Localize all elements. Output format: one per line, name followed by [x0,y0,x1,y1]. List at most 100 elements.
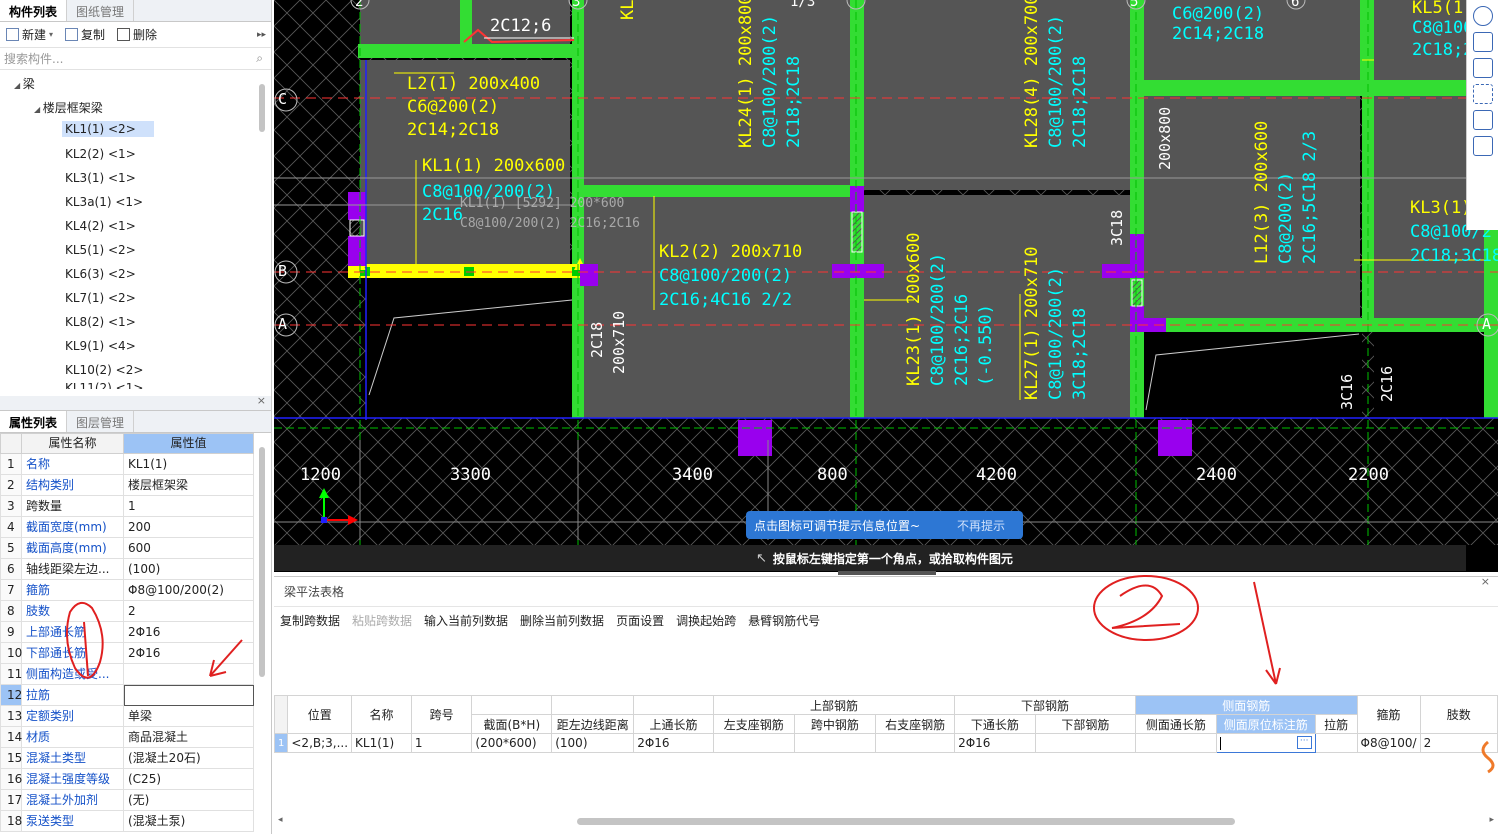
dismiss-hint-button[interactable]: 不再提示 [957,517,1005,534]
property-row[interactable]: 11 侧面构造或受... [0,664,271,685]
property-row[interactable]: 6 轴线距梁左边... (100) [0,559,271,580]
copy-button[interactable]: 复制 [65,26,105,43]
canvas-splitter[interactable] [838,571,936,575]
header-bottom-through[interactable]: 下通长筋 [954,714,1036,734]
delete-button[interactable]: 删除 [117,26,157,43]
property-row[interactable]: 18 泵送类型 (混凝土泵) [0,811,271,832]
property-value[interactable]: 商品混凝土 [124,727,254,748]
header-top-through[interactable]: 上通长筋 [633,714,714,734]
tree-root[interactable]: ◢ 梁 [14,75,35,92]
close-icon[interactable]: × [1481,575,1490,588]
panel-splitter[interactable]: × [0,394,272,410]
cell-side-through[interactable] [1135,733,1217,753]
scroll-right-icon[interactable]: ▸ [1489,815,1494,825]
ellipsis-button[interactable]: ··· [1296,736,1312,749]
property-row[interactable]: 10 下部通长筋 2Φ16 [0,643,271,664]
table-menu-item[interactable]: 粘贴跨数据 [352,612,412,629]
property-value[interactable] [124,685,254,706]
property-row[interactable]: 5 截面高度(mm) 600 [0,538,271,559]
cube-view-icon[interactable] [1472,58,1493,78]
cell-side-original-editing[interactable]: ··· [1215,733,1316,753]
header-bottom-rebar-col[interactable]: 下部钢筋 [1034,714,1137,734]
property-value[interactable]: 200 [124,517,254,538]
table-row[interactable]: 1 <2,B;3,... KL1(1) 1 (200*600) (100) 2Φ… [273,733,1498,753]
notes-icon[interactable] [1472,136,1493,156]
table-menu-item[interactable]: 页面设置 [616,612,664,629]
tab-property-list[interactable]: 属性列表 [0,411,68,432]
tree-item[interactable]: KL3(1) <1> [65,171,136,185]
property-value[interactable]: Φ8@100/200(2) [124,580,254,601]
property-value[interactable]: (混凝土20石) [124,748,254,769]
cell-legs[interactable]: 2 [1419,733,1498,753]
collapse-icon[interactable]: ◢ [34,105,43,114]
tree-item[interactable]: KL7(1) <2> [65,291,136,305]
collapse-icon[interactable]: ◢ [14,81,23,90]
tree-item[interactable]: KL3a(1) <1> [65,195,143,209]
scroll-left-icon[interactable]: ◂ [278,815,283,825]
property-value[interactable]: (C25) [124,769,254,790]
cell-section[interactable]: (200*600) [471,733,553,753]
property-row[interactable]: 4 截面宽度(mm) 200 [0,517,271,538]
tab-layer-management[interactable]: 图层管理 [67,411,135,432]
cell-span[interactable]: 1 [410,733,473,753]
tree-item[interactable]: KL8(2) <1> [65,315,136,329]
property-value[interactable]: 2 [124,601,254,622]
3d-view-icon[interactable] [1472,32,1493,52]
property-row[interactable]: 7 箍筋 Φ8@100/200(2) [0,580,271,601]
search-input[interactable]: 搜索构件... [4,50,63,67]
property-value[interactable]: 600 [124,538,254,559]
table-menu-item[interactable]: 悬臂钢筋代号 [748,612,820,629]
row-index[interactable]: 1 [273,733,289,753]
tree-item[interactable]: KL11(2) <1> [65,381,143,389]
tree-item-kl1[interactable]: KL1(1) <2> [62,121,154,137]
property-row[interactable]: 2 结构类别 楼层框架梁 [0,475,271,496]
cell-name[interactable]: KL1(1) [351,733,412,753]
tree-item[interactable]: KL2(2) <1> [65,147,136,161]
header-section[interactable]: 截面(B*H) [471,714,553,734]
property-row[interactable]: 15 混凝土类型 (混凝土20石) [0,748,271,769]
orbit-icon[interactable] [1472,6,1493,26]
tree-item[interactable]: KL9(1) <4> [65,339,136,353]
cell-top-through[interactable]: 2Φ16 [633,733,714,753]
property-value[interactable] [124,664,254,685]
property-row[interactable]: 1 名称 KL1(1) [0,454,271,475]
property-value[interactable]: KL1(1) [124,454,254,475]
property-value[interactable]: 单梁 [124,706,254,727]
property-row[interactable]: 3 跨数量 1 [0,496,271,517]
tree-group[interactable]: ◢ 楼层框架梁 [34,99,103,116]
cell-left-support[interactable] [712,733,795,753]
table-menu-item[interactable]: 调换起始跨 [676,612,736,629]
new-button[interactable]: 新建 ▾ [6,26,53,43]
property-row[interactable]: 13 定额类别 单梁 [0,706,271,727]
property-row[interactable]: 12 拉筋 [0,685,271,706]
header-right-support[interactable]: 右支座钢筋 [875,714,956,734]
chevron-down-icon[interactable]: ▾ [49,30,53,39]
property-value[interactable]: 2Φ16 [124,643,254,664]
property-row[interactable]: 17 混凝土外加剂 (无) [0,790,271,811]
header-span[interactable]: 跨号 [410,695,473,734]
cell-tie[interactable] [1314,733,1358,753]
tree-item[interactable]: KL5(1) <2> [65,243,136,257]
cell-stirrup[interactable]: Φ8@100/ [1356,733,1421,753]
header-mid-span[interactable]: 跨中钢筋 [793,714,877,734]
property-row[interactable]: 8 肢数 2 [0,601,271,622]
property-row[interactable]: 9 上部通长筋 2Φ16 [0,622,271,643]
header-left-support[interactable]: 左支座钢筋 [712,714,795,734]
tree-item[interactable]: KL6(3) <2> [65,267,136,281]
close-icon[interactable]: × [257,394,266,407]
property-row[interactable]: 16 混凝土强度等级 (C25) [0,769,271,790]
table-menu-item[interactable]: 删除当前列数据 [520,612,604,629]
property-value[interactable]: (混凝土泵) [124,811,254,832]
cell-mid-span[interactable] [793,733,877,753]
property-scrollbar[interactable] [259,447,265,677]
header-name[interactable]: 名称 [351,695,412,734]
hint-tooltip[interactable]: 点击图标可调节提示信息位置~ 不再提示 [746,511,1023,539]
property-value[interactable]: (100) [124,559,254,580]
tab-component-list[interactable]: 构件列表 [0,0,68,21]
header-stirrup[interactable]: 箍筋 [1356,695,1421,734]
cell-position[interactable]: <2,B;3,... [287,733,353,753]
cell-bottom-through[interactable]: 2Φ16 [954,733,1036,753]
table-menu-item[interactable]: 复制跨数据 [280,612,340,629]
header-position[interactable]: 位置 [287,695,353,734]
expand-icon[interactable]: ▸▸ [257,30,266,40]
